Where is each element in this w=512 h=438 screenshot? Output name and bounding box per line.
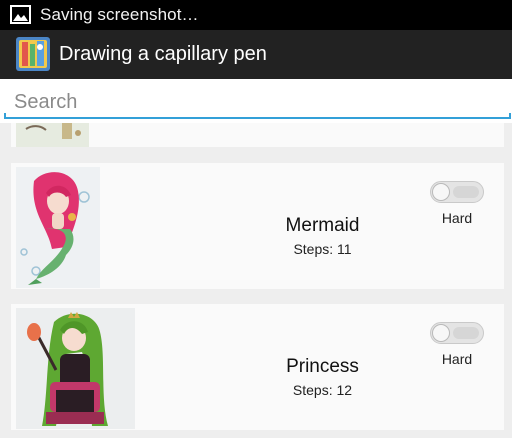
list-item[interactable] [11,123,504,147]
toggle-track [453,186,479,198]
search-bar [0,79,512,123]
search-input[interactable] [4,87,504,117]
status-bar: Saving screenshot… [0,0,512,30]
item-steps: Steps: 12 [292,382,353,398]
app-title: Drawing a capillary pen [59,43,267,65]
list-item[interactable]: Mermaid Steps: 11 Hard [11,163,504,289]
toggle-knob [432,183,450,201]
toggle-knob [432,324,450,342]
difficulty-toggle[interactable] [430,181,484,203]
difficulty-label: Hard [441,351,473,367]
difficulty-toggle[interactable] [430,322,484,344]
toggle-track [453,327,479,339]
drawing-thumbnail [16,123,89,147]
action-bar: Drawing a capillary pen [0,30,512,79]
drawing-list[interactable]: Mermaid Steps: 11 Hard Princess Steps: 1… [0,123,512,438]
list-item[interactable]: Princess Steps: 12 Hard [11,304,504,430]
search-underline [4,113,511,119]
item-steps: Steps: 11 [293,241,352,257]
image-icon [10,5,31,24]
difficulty-label: Hard [441,210,473,226]
app-icon[interactable] [16,37,50,71]
status-notification-text: Saving screenshot… [40,5,199,24]
